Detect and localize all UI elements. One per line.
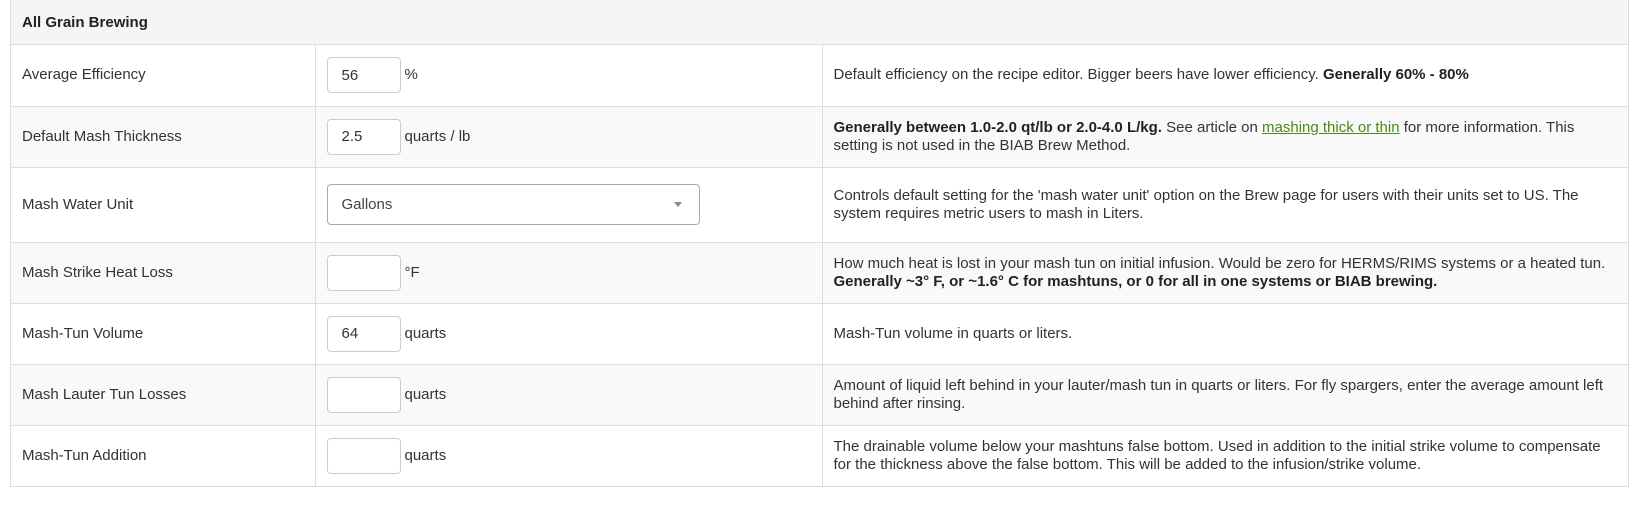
mash-tun-volume-input[interactable] (326, 315, 401, 352)
select-value: Gallons (341, 195, 393, 213)
row-label: Mash Strike Heat Loss (11, 241, 315, 303)
unit-label: quarts (404, 446, 447, 464)
row-description: Amount of liquid left behind in your lau… (821, 363, 1628, 425)
row-description: Default efficiency on the recipe editor.… (821, 45, 1628, 106)
mashing-thick-or-thin-link[interactable]: mashing thick or thin (1262, 119, 1400, 136)
row-description: How much heat is lost in your mash tun o… (821, 241, 1628, 303)
row-label: Mash Lauter Tun Losses (11, 363, 315, 425)
strike-heat-loss-input[interactable] (326, 254, 401, 291)
unit-label: quarts / lb (404, 127, 471, 145)
row-description: Generally between 1.0-2.0 qt/lb or 2.0-4… (821, 105, 1628, 167)
row-mash-tun-addition: Mash-Tun Addition quarts The drainable v… (11, 424, 1628, 486)
row-mash-tun-volume: Mash-Tun Volume quarts Mash-Tun volume i… (11, 302, 1628, 364)
row-description: Mash-Tun volume in quarts or liters. (821, 302, 1628, 364)
row-mash-water-unit: Mash Water Unit Gallons Controls default… (11, 166, 1628, 242)
row-mash-lauter-tun-losses: Mash Lauter Tun Losses quarts Amount of … (11, 363, 1628, 425)
lauter-losses-input[interactable] (326, 376, 401, 413)
average-efficiency-input[interactable] (326, 57, 401, 94)
row-description: Controls default setting for the 'mash w… (821, 166, 1628, 242)
row-description: The drainable volume below your mashtuns… (821, 424, 1628, 486)
chevron-down-icon (673, 202, 682, 207)
row-label: Mash-Tun Volume (11, 302, 315, 364)
row-mash-strike-heat-loss: Mash Strike Heat Loss °F How much heat i… (11, 241, 1628, 303)
mash-tun-addition-input[interactable] (326, 437, 401, 474)
unit-label: quarts (404, 324, 447, 342)
row-label: Default Mash Thickness (11, 105, 315, 167)
row-average-efficiency: Average Efficiency % Default efficiency … (11, 45, 1628, 106)
mash-thickness-input[interactable] (326, 118, 401, 155)
row-label: Mash Water Unit (11, 166, 315, 242)
mash-water-unit-select[interactable]: Gallons (326, 184, 700, 225)
unit-label: quarts (404, 385, 447, 403)
unit-label: % (404, 66, 418, 84)
all-grain-brewing-panel: All Grain Brewing Average Efficiency % D… (10, 0, 1629, 487)
panel-title: All Grain Brewing (11, 0, 1628, 45)
row-label: Average Efficiency (22, 66, 146, 84)
unit-label: °F (404, 263, 420, 281)
settings-table: Average Efficiency % Default efficiency … (11, 45, 1628, 486)
row-default-mash-thickness: Default Mash Thickness quarts / lb Gener… (11, 105, 1628, 167)
row-label: Mash-Tun Addition (11, 424, 315, 486)
